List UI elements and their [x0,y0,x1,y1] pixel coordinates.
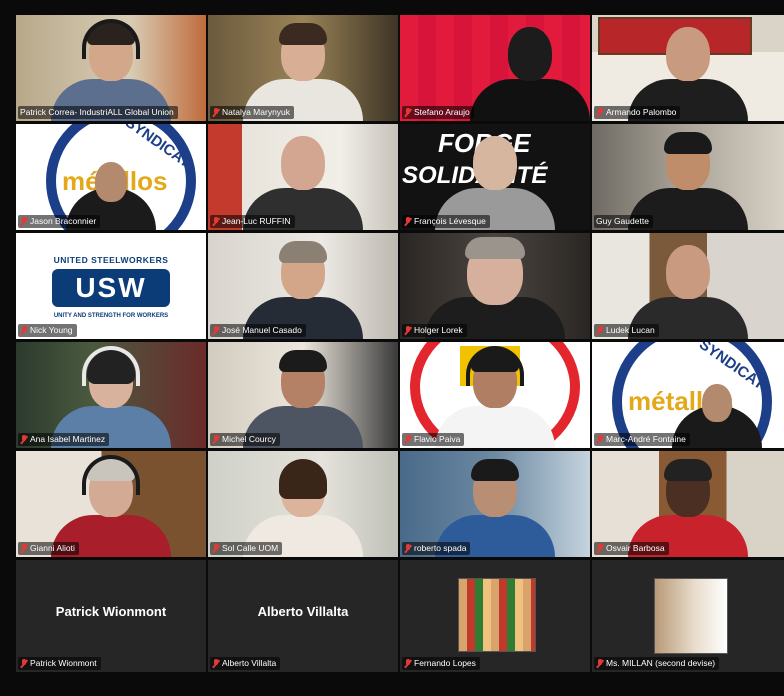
usw-logo: USW [52,269,170,307]
mic-muted-icon [596,108,604,117]
mic-muted-icon [212,217,220,226]
participant-tile[interactable]: métallos SYNDICAT Jason Braconnier [16,124,206,230]
mic-muted-icon [596,326,604,335]
mic-muted-icon [404,435,412,444]
mic-muted-icon [596,544,604,553]
name-label: Stefano Araujo [402,106,474,119]
name-label: Guy Gaudette [594,215,653,228]
mic-muted-icon [212,659,220,668]
name-label: Sol Calle UOM [210,542,283,555]
name-label: Alberto Villalta [210,657,281,670]
name-label: Jason Braconnier [18,215,101,228]
mic-muted-icon [20,659,28,668]
logo-text: UNITED STEELWORKERS [53,255,169,265]
participant-tile[interactable]: Gianni Alioti [16,451,206,557]
name-label: Ludek Lucan [594,324,659,337]
participant-display-name: Patrick Wionmont [55,604,167,619]
participant-tile[interactable]: Osvair Barbosa [592,451,784,557]
logo-text: UNITY AND STRENGTH FOR WORKERS [53,313,169,319]
mic-muted-icon [404,326,412,335]
mic-muted-icon [404,217,412,226]
participant-tile[interactable]: Sol Calle UOM [208,451,398,557]
name-label: Ana Isabel Martinez [18,433,110,446]
participant-tile[interactable]: Armando Palombo [592,15,784,121]
participant-tile[interactable]: Flavio Paiva [400,342,590,448]
participant-tile[interactable]: José Manuel Casado [208,233,398,339]
video-grid: Patrick Correa- IndustriALL Global Union… [0,0,784,696]
name-label: roberto spada [402,542,471,555]
mic-muted-icon [212,544,220,553]
participant-tile-video-off[interactable]: Alberto Villalta Alberto Villalta [208,560,398,672]
name-label: Jean-Luc RUFFIN [210,215,295,228]
mic-muted-icon [212,435,220,444]
participant-tile[interactable]: FORGE SOLIDARITÉ François Lévesque [400,124,590,230]
mic-muted-icon [404,659,412,668]
participant-tile-video-off[interactable]: Patrick Wionmont Patrick Wionmont [16,560,206,672]
participant-tile[interactable]: Ana Isabel Martinez [16,342,206,448]
participant-tile-active-speaker[interactable]: Guy Gaudette [592,124,784,230]
name-label: Osvair Barbosa [594,542,669,555]
name-label: François Lévesque [402,215,490,228]
name-label: Marc-André Fontaine [594,433,690,446]
name-label: Michel Courcy [210,433,280,446]
mic-muted-icon [596,435,604,444]
participant-tile[interactable]: Ludek Lucan [592,233,784,339]
mic-muted-icon [20,326,28,335]
participant-tile[interactable]: roberto spada [400,451,590,557]
participant-tile[interactable]: métallos SYNDICAT Marc-André Fontaine [592,342,784,448]
participant-tile[interactable]: UNITED STEELWORKERS USW UNITY AND STRENG… [16,233,206,339]
participant-tile[interactable]: Stefano Araujo [400,15,590,121]
name-label: Patrick Wionmont [18,657,101,670]
participant-tile[interactable]: Michel Courcy [208,342,398,448]
mic-muted-icon [20,435,28,444]
profile-picture [458,578,536,652]
participant-tile[interactable]: Holger Lorek [400,233,590,339]
participant-tile[interactable]: Patrick Correa- IndustriALL Global Union [16,15,206,121]
participant-tile-video-off[interactable]: Fernando Lopes [400,560,590,672]
mic-muted-icon [212,108,220,117]
name-label: Gianni Alioti [18,542,79,555]
participant-video [470,21,590,121]
profile-picture [654,578,728,654]
participant-tile[interactable]: Jean-Luc RUFFIN [208,124,398,230]
participant-tile[interactable]: Natalya Marynyuk [208,15,398,121]
name-label: José Manuel Casado [210,324,306,337]
mic-muted-icon [20,544,28,553]
name-label: Holger Lorek [402,324,467,337]
mic-muted-icon [404,544,412,553]
mic-muted-icon [212,326,220,335]
name-label: Nick Young [18,324,77,337]
name-label: Natalya Marynyuk [210,106,295,119]
name-label: Fernando Lopes [402,657,480,670]
name-label: Patrick Correa- IndustriALL Global Union [18,106,178,119]
name-label: Ms. MILLAN (second devise) [594,657,720,670]
name-label: Flavio Paiva [402,433,465,446]
mic-muted-icon [404,108,412,117]
participant-tile-video-off[interactable]: Ms. MILLAN (second devise) [592,560,784,672]
mic-muted-icon [20,217,28,226]
name-label: Armando Palombo [594,106,681,119]
participant-display-name: Alberto Villalta [257,604,349,619]
mic-muted-icon [596,659,604,668]
